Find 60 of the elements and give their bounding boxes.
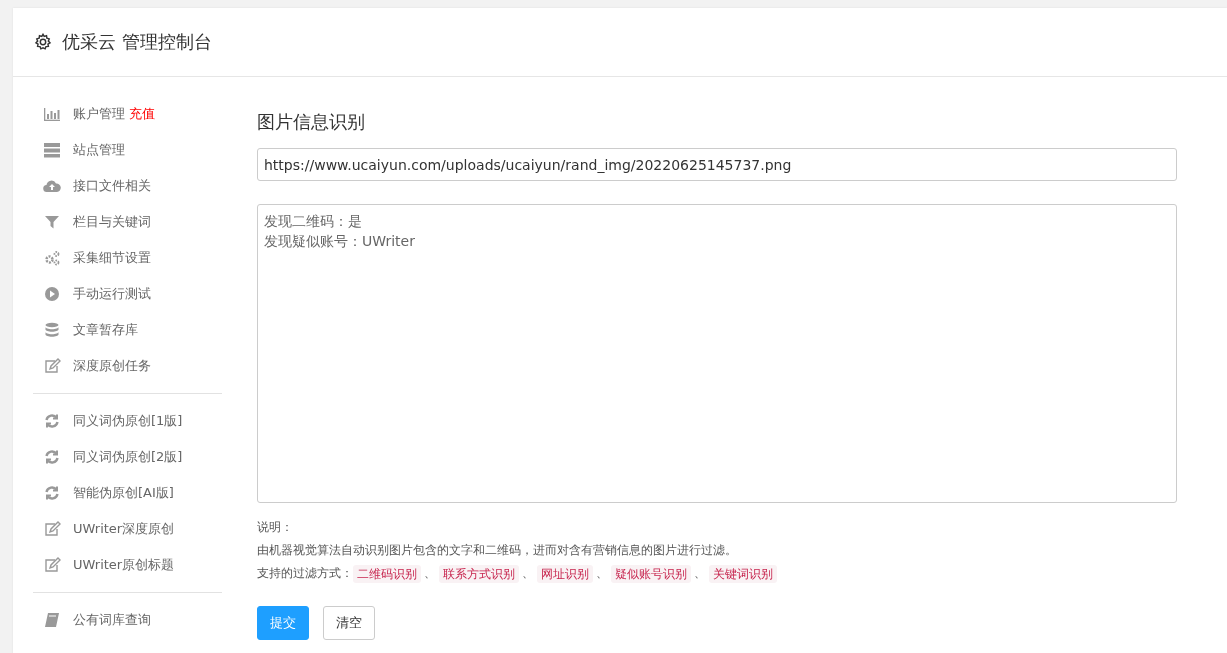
sidebar-item[interactable]: 手动运行测试 <box>33 276 222 312</box>
sidebar-label: UWriter深度原创 <box>73 520 175 538</box>
sidebar-item[interactable]: 同义词伪原创[1版] <box>33 403 222 439</box>
refresh-icon <box>43 485 61 501</box>
database-icon <box>43 322 61 338</box>
filter-method-tag: 疑似账号识别 <box>611 564 691 583</box>
console-title: 优采云 管理控制台 <box>62 30 212 54</box>
filter-icon <box>43 214 61 230</box>
sidebar-item[interactable]: 同义词伪原创[2版] <box>33 439 222 475</box>
sidebar-label: UWriter原创标题 <box>73 556 175 574</box>
sidebar-label: 公有词库查询 <box>73 611 151 629</box>
settings-icon <box>34 33 52 51</box>
sidebar-item[interactable]: 公有词库查询 <box>33 602 222 638</box>
edit-icon <box>43 521 61 537</box>
sidebar-item[interactable]: 站点管理 <box>33 132 222 168</box>
play-icon <box>43 286 61 302</box>
sidebar-item[interactable]: 文章暂存库 <box>33 312 222 348</box>
edit-icon <box>43 358 61 374</box>
refresh-icon <box>43 413 61 429</box>
separator-mark: 、 <box>596 565 608 582</box>
filter-methods-label: 支持的过滤方式： <box>257 565 353 582</box>
url-input-field[interactable]: https://www.ucaiyun.com/uploads/ucaiyun/rand_img/20220625145737.png <box>257 148 1177 181</box>
clear-button[interactable]: 清空 <box>323 606 375 640</box>
cloud-upload-icon <box>43 178 61 194</box>
sidebar-label: 文章暂存库 <box>73 321 138 339</box>
filter-method-tag: 关键词识别 <box>709 564 777 583</box>
sidebar-label: 智能伪原创[AI版] <box>73 484 174 502</box>
sidebar-label: 深度原创任务 <box>73 357 151 375</box>
separator-mark: 、 <box>424 565 436 582</box>
sidebar-item[interactable]: 栏目与关键词 <box>33 204 222 240</box>
sidebar-label: 手动运行测试 <box>73 285 151 303</box>
description-heading: 说明： <box>257 519 294 536</box>
sidebar-label: 接口文件相关 <box>73 177 151 195</box>
filter-method-tag: 联系方式识别 <box>439 564 519 583</box>
recharge-link[interactable]: 充值 <box>129 105 155 123</box>
sidebar-label: 栏目与关键词 <box>73 213 151 231</box>
sidebar-item[interactable]: 采集细节设置 <box>33 240 222 276</box>
result-text-area[interactable]: 发现二维码：是 发现疑似账号：UWriter <box>257 204 1177 503</box>
sidebar-label: 采集细节设置 <box>73 249 151 267</box>
sidebar-item[interactable]: 深度原创任务 <box>33 348 222 384</box>
refresh-icon <box>43 449 61 465</box>
filter-method-tag: 网址识别 <box>537 564 593 583</box>
sidebar-label: 账户管理 <box>73 105 125 123</box>
filter-method-tag: 二维码识别 <box>353 564 421 583</box>
page-title: 图片信息识别 <box>257 110 366 134</box>
edit-icon <box>43 557 61 573</box>
sidebar-item[interactable]: UWriter深度原创 <box>33 511 222 547</box>
sidebar-item[interactable]: UWriter原创标题 <box>33 547 222 583</box>
sidebar-item[interactable]: 智能伪原创[AI版] <box>33 475 222 511</box>
book-icon <box>43 612 61 628</box>
sidebar-label: 同义词伪原创[2版] <box>73 448 183 466</box>
server-icon <box>43 142 61 158</box>
sidebar-item[interactable]: 接口文件相关 <box>33 168 222 204</box>
sidebar-label: 同义词伪原创[1版] <box>73 412 183 430</box>
separator-mark: 、 <box>522 565 534 582</box>
description-text: 由机器视觉算法自动识别图片包含的文字和二维码，进而对含有营销信息的图片进行过滤。 <box>257 542 738 559</box>
sidebar-item[interactable]: 账户管理 充值 <box>33 96 222 132</box>
bar-chart-icon <box>43 106 61 122</box>
separator-mark: 、 <box>694 565 706 582</box>
sidebar-label: 站点管理 <box>73 141 125 159</box>
